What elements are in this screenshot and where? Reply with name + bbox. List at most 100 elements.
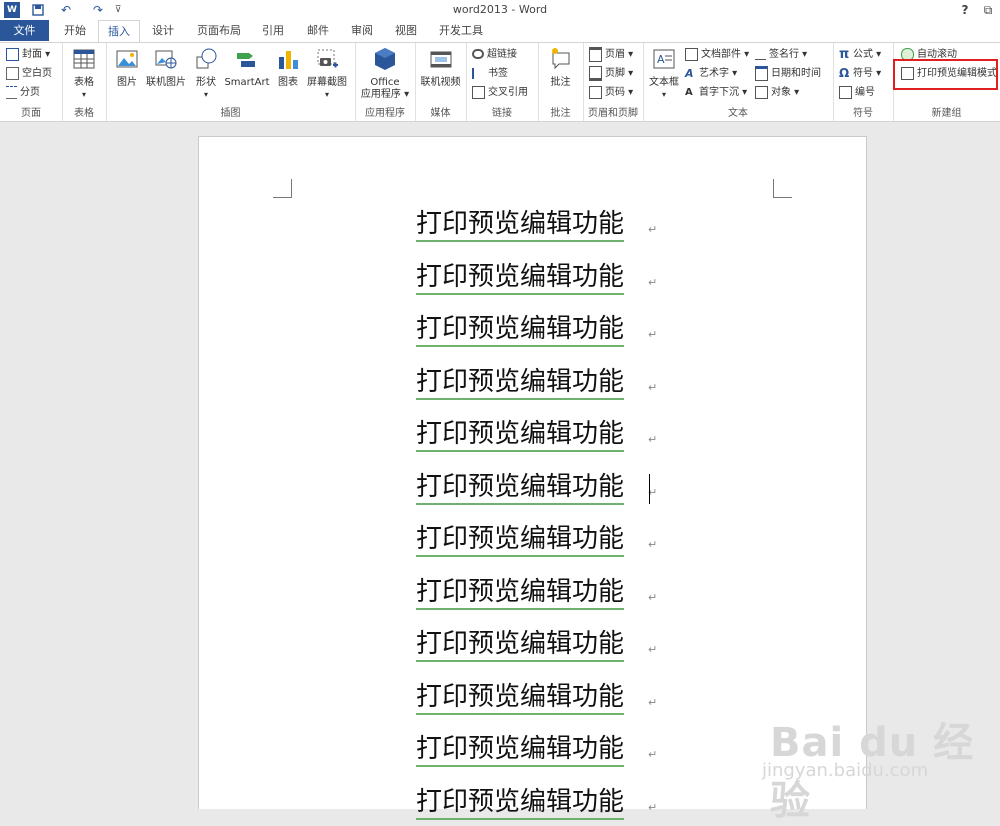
office-apps-label: 应用程序 ▾ [360, 89, 410, 100]
table-button[interactable]: 表格 ▾ [68, 47, 100, 101]
hyperlink-button[interactable]: 超链接 [472, 46, 517, 63]
tab-mailings[interactable]: 邮件 [298, 20, 338, 41]
number-button[interactable]: 编号 [839, 84, 875, 101]
tab-developer[interactable]: 开发工具 [432, 20, 490, 41]
group-label-new: 新建组 [931, 108, 962, 119]
cross-reference-label: 交叉引用 [488, 87, 528, 98]
hyperlink-icon [472, 49, 484, 59]
film-icon [430, 51, 451, 68]
text-box-button[interactable]: A 文本框 ▾ [647, 47, 681, 101]
signature-pen-icon [755, 48, 766, 60]
tab-view[interactable]: 视图 [386, 20, 426, 41]
document-line[interactable]: 打印预览编辑功能 [416, 787, 625, 820]
document-line[interactable]: 打印预览编辑功能 [416, 262, 625, 295]
blank-page-button[interactable]: 空白页 [6, 65, 52, 82]
document-line[interactable]: 打印预览编辑功能 [416, 314, 625, 347]
group-comments: 批注 批注 [538, 43, 584, 121]
paragraph-mark-icon: ↵ [648, 275, 658, 289]
text-cursor [649, 473, 650, 504]
quick-parts-icon [685, 47, 698, 61]
footer-button[interactable]: 页脚 ▾ [589, 65, 633, 82]
equation-button[interactable]: π 公式 ▾ [839, 46, 881, 63]
group-media: 联机视频 媒体 [415, 43, 467, 121]
office-apps-button[interactable]: Office 应用程序 ▾ [359, 47, 411, 101]
ribbon: 封面 ▾ 空白页 分页 页面 表格 ▾ 表格 图片 联机图片 形状 ▾ SmartA… [0, 42, 1000, 122]
document-line[interactable]: 打印预览编辑功能 [416, 367, 625, 400]
tab-references[interactable]: 引用 [253, 20, 293, 41]
tab-file[interactable]: 文件 [0, 20, 49, 41]
group-label-pages: 页面 [21, 108, 41, 119]
ribbon-display-options-icon[interactable]: ⧉ [980, 2, 996, 18]
highlight-box [893, 59, 998, 90]
page-number-label: 页码 ▾ [605, 87, 634, 98]
smartart-button[interactable]: SmartArt [224, 47, 270, 89]
bookmark-button[interactable]: 书签 [472, 65, 508, 82]
tab-insert[interactable]: 插入 [98, 20, 140, 43]
cross-reference-button[interactable]: 交叉引用 [472, 84, 528, 101]
tab-home[interactable]: 开始 [55, 20, 95, 41]
signature-line-button[interactable]: 签名行 ▾ [755, 46, 807, 63]
chart-button[interactable]: 图表 [274, 47, 302, 89]
page-break-button[interactable]: 分页 [6, 84, 40, 101]
document-line[interactable]: 打印预览编辑功能 [416, 524, 625, 557]
online-video-label: 联机视频 [420, 77, 461, 88]
dropdown-arrow-icon: ▾ [661, 90, 666, 99]
office-store-icon [375, 48, 395, 70]
header-button[interactable]: 页眉 ▾ [589, 46, 633, 63]
group-label-symbols: 符号 [853, 108, 873, 119]
drop-cap-button[interactable]: A 首字下沉 ▾ [685, 84, 747, 101]
online-video-button[interactable]: 联机视频 [418, 47, 463, 89]
new-comment-button[interactable]: 批注 [544, 47, 577, 89]
page-number-button[interactable]: 页码 ▾ [589, 84, 633, 101]
shapes-label: 形状 [196, 77, 216, 88]
date-time-button[interactable]: 日期和时间 [755, 65, 821, 82]
bookmark-label: 书签 [488, 68, 508, 79]
symbol-button[interactable]: Ω 符号 ▾ [839, 65, 881, 82]
table-icon [73, 49, 95, 69]
help-button[interactable]: ? [958, 2, 972, 18]
object-button[interactable]: 对象 ▾ [755, 84, 799, 101]
tab-page-layout[interactable]: 页面布局 [190, 20, 248, 41]
document-line[interactable]: 打印预览编辑功能 [416, 682, 625, 715]
document-line[interactable]: 打印预览编辑功能 [416, 577, 625, 610]
object-icon [755, 85, 768, 99]
dropdown-arrow-icon: ▾ [324, 90, 329, 99]
number-label: 编号 [855, 87, 875, 98]
text-box-label: 文本框 [649, 77, 679, 88]
chart-icon [279, 51, 298, 69]
group-label-header-footer: 页眉和页脚 [588, 108, 638, 119]
screenshot-button[interactable]: 屏幕截图 ▾ [304, 47, 350, 101]
table-label: 表格 [74, 77, 94, 88]
picture-icon [116, 50, 138, 68]
page-break-label: 分页 [20, 87, 40, 98]
group-symbols: π 公式 ▾ Ω 符号 ▾ 编号 符号 [833, 43, 894, 121]
cover-page-button[interactable]: 封面 ▾ [6, 46, 50, 63]
document-line[interactable]: 打印预览编辑功能 [416, 734, 625, 767]
svg-text:A: A [657, 53, 665, 66]
object-label: 对象 ▾ [771, 87, 800, 98]
wordart-button[interactable]: A 艺术字 ▾ [685, 65, 737, 82]
document-line[interactable]: 打印预览编辑功能 [416, 472, 625, 505]
quick-parts-button[interactable]: 文档部件 ▾ [685, 46, 749, 63]
watermark-url: jingyan.baidu.com [762, 760, 929, 781]
tab-review[interactable]: 审阅 [342, 20, 382, 41]
blank-page-icon [6, 66, 19, 80]
pi-icon: π [839, 46, 850, 62]
paragraph-mark-icon: ↵ [648, 433, 658, 446]
group-header-footer: 页眉 ▾ 页脚 ▾ 页码 ▾ 页眉和页脚 [583, 43, 644, 121]
shapes-icon [196, 48, 217, 69]
comment-icon [551, 48, 569, 70]
title-bar: W ↶ ↷ ⊽ word2013 - Word ? ⧉ [0, 0, 1000, 20]
group-pages: 封面 ▾ 空白页 分页 页面 [0, 43, 63, 121]
document-line[interactable]: 打印预览编辑功能 [416, 419, 625, 452]
shapes-button[interactable]: 形状 ▾ [192, 47, 220, 101]
window-title: word2013 - Word [452, 3, 548, 16]
cover-page-label: 封面 ▾ [22, 49, 51, 60]
online-pictures-button[interactable]: 联机图片 [144, 47, 188, 89]
document-line[interactable]: 打印预览编辑功能 [416, 629, 625, 662]
group-label-comments: 批注 [550, 108, 571, 119]
pictures-button[interactable]: 图片 [112, 47, 142, 89]
tab-design[interactable]: 设计 [143, 20, 183, 41]
document-line[interactable]: 打印预览编辑功能 [416, 209, 625, 242]
date-time-label: 日期和时间 [771, 68, 821, 79]
